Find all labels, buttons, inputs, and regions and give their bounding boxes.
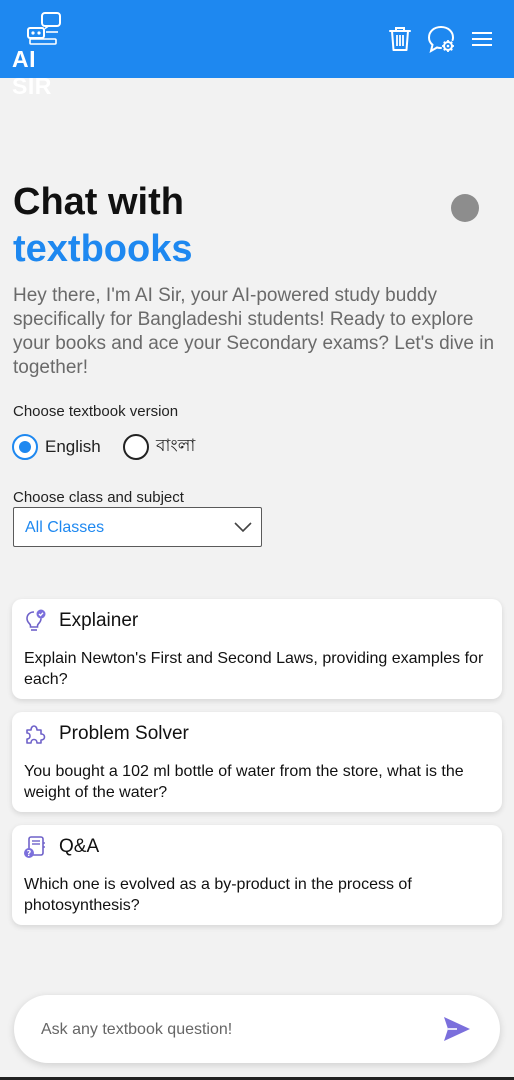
prompt-card-explainer[interactable]: Explainer Explain Newton's First and Sec… (12, 599, 502, 699)
svg-text:?: ? (27, 849, 32, 858)
version-label: Choose textbook version (13, 403, 179, 420)
logo-text: AI SIR (12, 46, 52, 99)
radio-bangla-label: বাংলা (156, 436, 196, 455)
book-question-icon: ? (24, 836, 45, 858)
prompt-card-problem-solver[interactable]: Problem Solver You bought a 102 ml bottl… (12, 712, 502, 812)
card-title: Problem Solver (59, 723, 189, 744)
card-prompt-text: Which one is evolved as a by-product in … (24, 876, 412, 914)
status-indicator (451, 194, 479, 222)
prompt-card-qa[interactable]: ? Q&A Which one is evolved as a by-produ… (12, 825, 502, 925)
title-line-2: textbooks (13, 228, 193, 270)
hamburger-menu-icon[interactable] (468, 24, 498, 54)
radio-button-selected[interactable] (12, 434, 38, 460)
class-select-value: All Classes (25, 519, 105, 536)
lightbulb-check-icon (26, 609, 46, 631)
radio-button-unselected[interactable] (123, 434, 149, 460)
card-prompt-text: Explain Newton's First and Second Laws, … (24, 650, 484, 688)
question-input[interactable] (41, 1015, 421, 1045)
robot-logo-icon (27, 12, 61, 45)
intro-text: Hey there, I'm AI Sir, your AI-powered s… (13, 285, 495, 378)
radio-english[interactable]: English (12, 433, 101, 461)
trash-icon[interactable] (385, 24, 415, 54)
radio-bangla[interactable]: বাংলা (123, 433, 195, 461)
card-prompt-text: You bought a 102 ml bottle of water from… (24, 763, 464, 801)
send-icon[interactable] (442, 1015, 472, 1043)
radio-english-label: English (45, 437, 101, 456)
card-title: Explainer (59, 610, 139, 631)
puzzle-piece-icon (26, 725, 46, 744)
class-select[interactable]: All Classes (13, 507, 262, 547)
chat-settings-icon[interactable] (426, 24, 456, 54)
card-title: Q&A (59, 836, 100, 857)
class-subject-label: Choose class and subject (13, 489, 184, 506)
top-app-bar: AI SIR (0, 0, 514, 99)
chevron-down-icon (234, 522, 252, 533)
ask-bar (14, 995, 500, 1063)
page-title: Chat with textbooks (13, 180, 503, 274)
title-line-1: Chat with (13, 181, 184, 223)
app-logo[interactable]: AI SIR (12, 12, 78, 99)
